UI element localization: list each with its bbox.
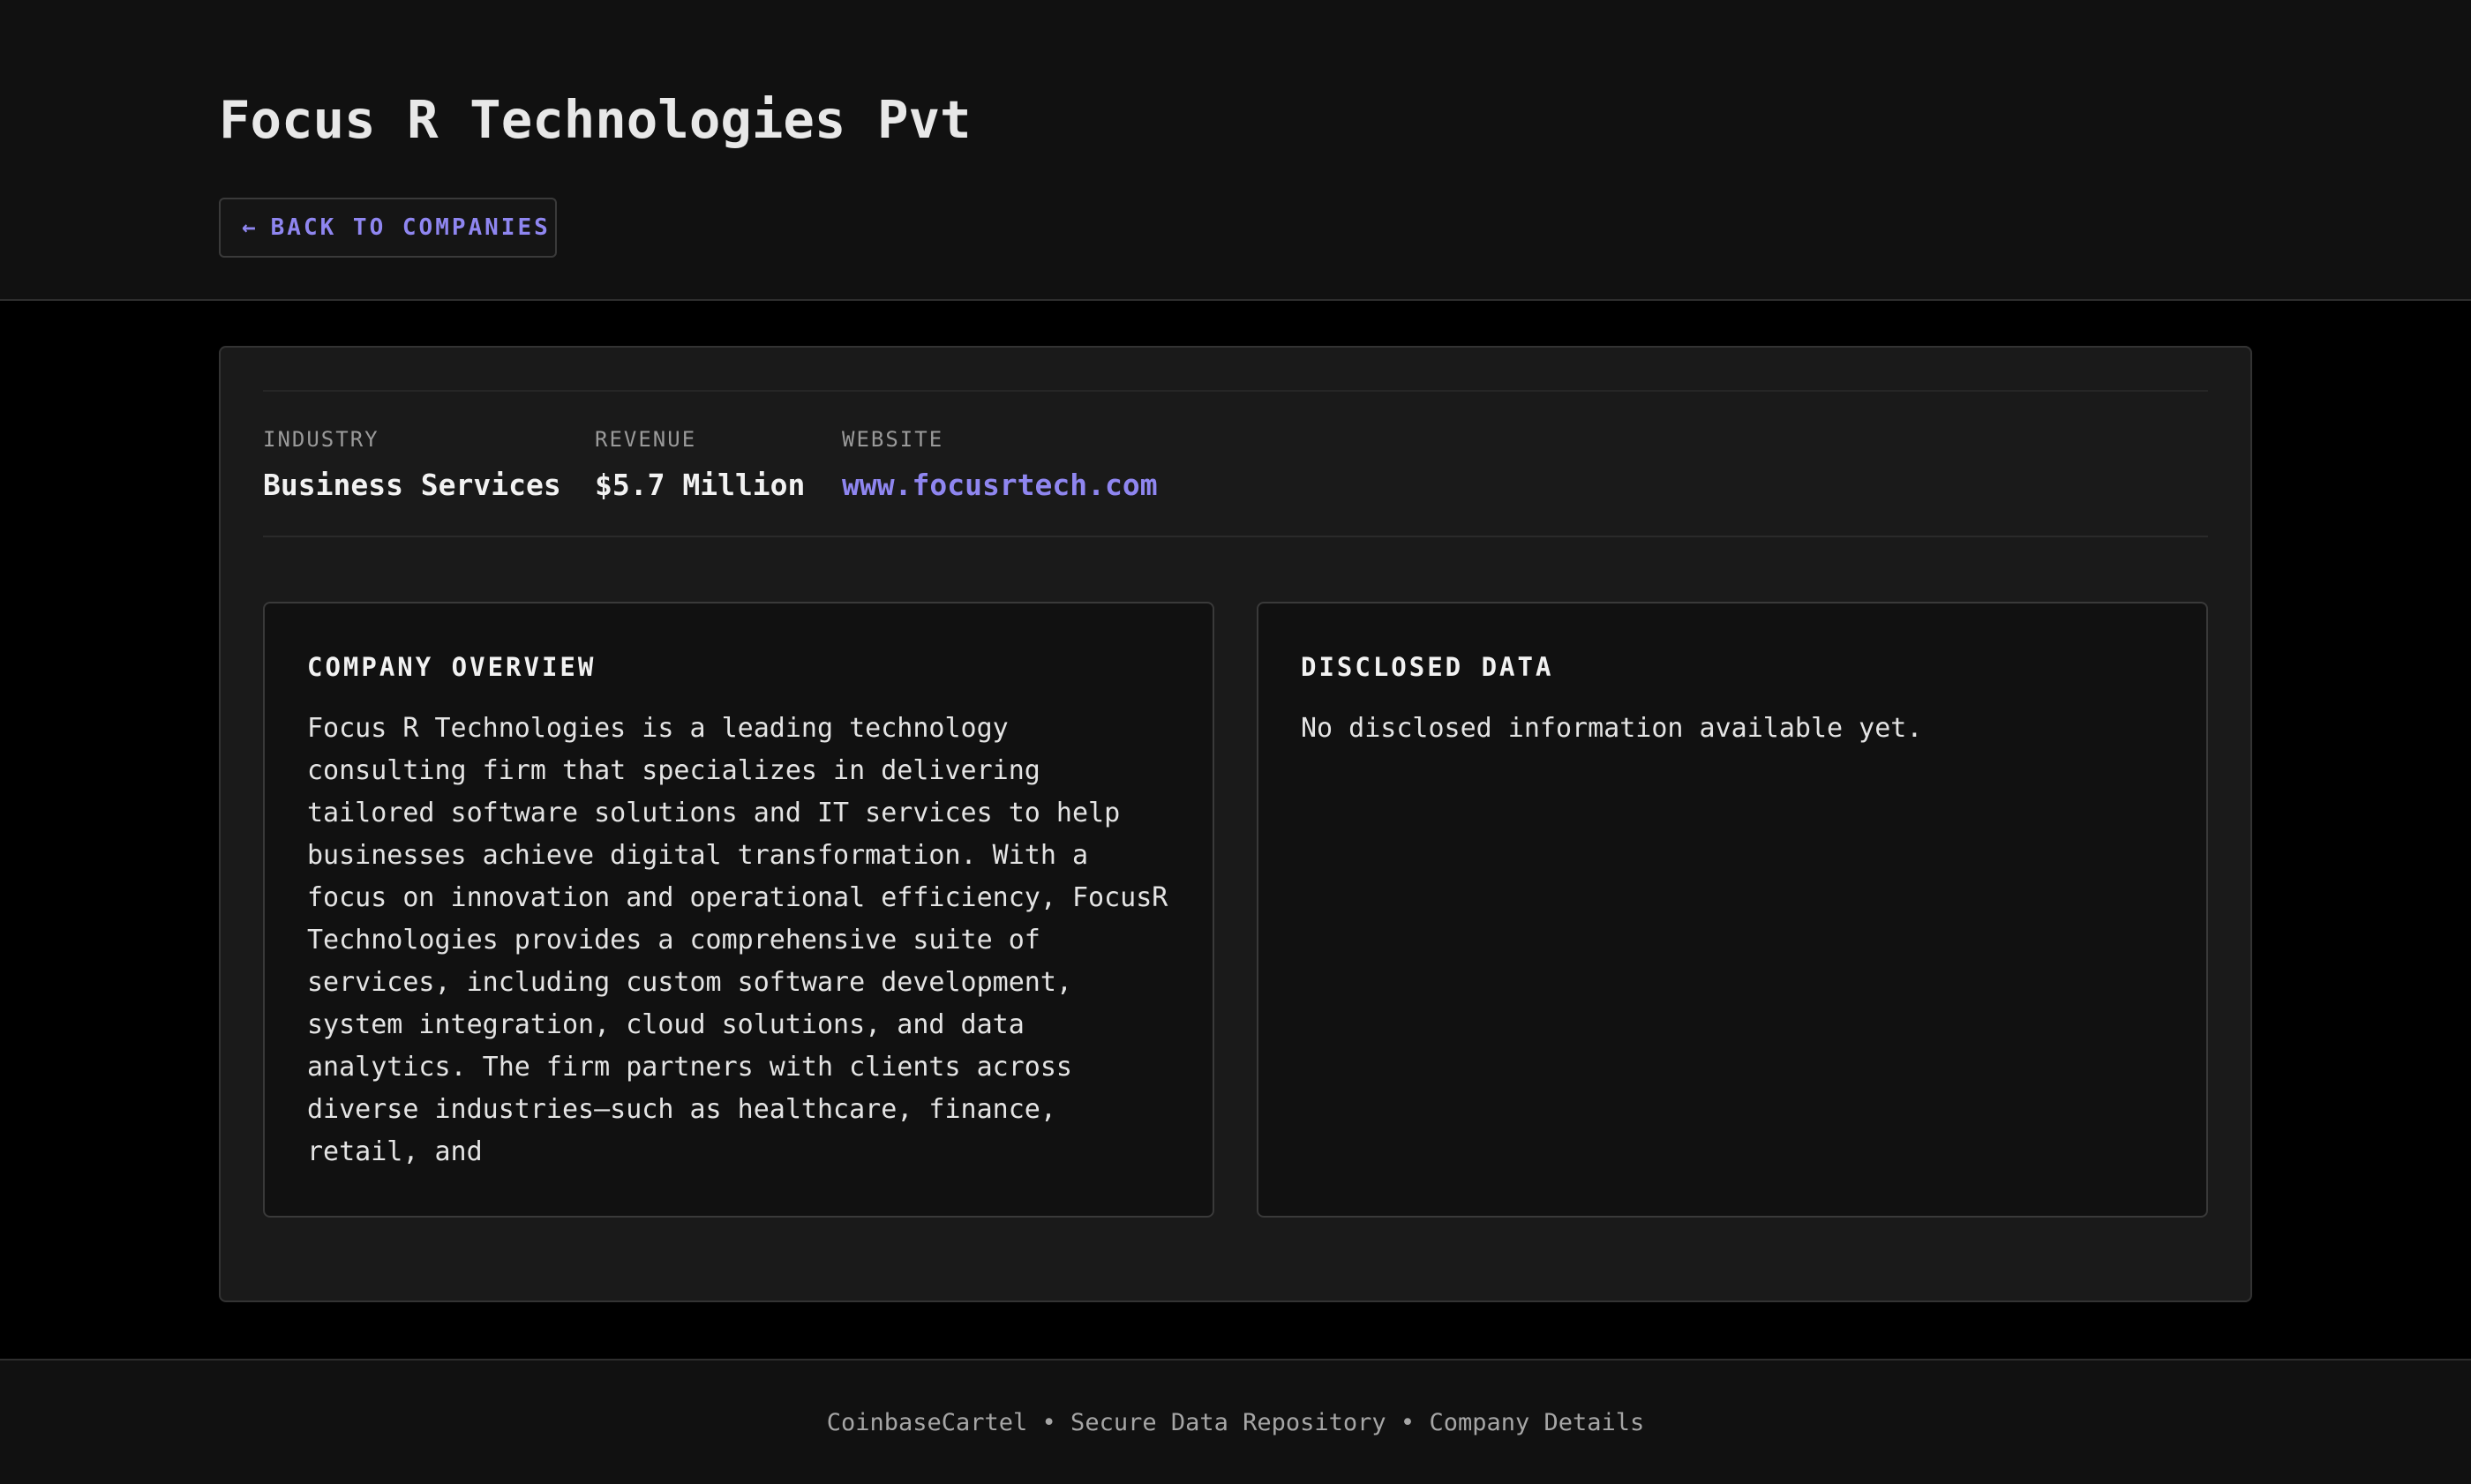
page-footer: CoinbaseCartel • Secure Data Repository … [0, 1359, 2471, 1484]
revenue-label: REVENUE [595, 427, 697, 452]
industry-stat: INDUSTRY Business Services [263, 423, 561, 505]
company-overview-text: Focus R Technologies is a leading techno… [307, 713, 1168, 1167]
disclosed-data-text: No disclosed information available yet. [1301, 713, 1923, 744]
page-title: Focus R Technologies Pvt [219, 89, 972, 150]
company-details-card: INDUSTRY Business Services REVENUE $5.7 … [219, 346, 2252, 1302]
back-button-label: BACK TO COMPANIES [270, 214, 551, 241]
back-to-companies-button[interactable]: ← BACK TO COMPANIES [219, 198, 557, 258]
arrow-left-icon: ← [242, 214, 259, 241]
footer-text: CoinbaseCartel • Secure Data Repository … [826, 1408, 1645, 1436]
company-overview-panel: COMPANY OVERVIEW Focus R Technologies is… [263, 602, 1214, 1218]
disclosed-data-panel: DISCLOSED DATA No disclosed information … [1257, 602, 2208, 1218]
revenue-stat: REVENUE $5.7 Million [595, 423, 805, 505]
website-link[interactable]: www.focusrtech.com [842, 466, 1158, 505]
industry-label: INDUSTRY [263, 427, 379, 452]
company-overview-title: COMPANY OVERVIEW [307, 652, 597, 682]
website-label: WEBSITE [842, 427, 944, 452]
divider [263, 536, 2208, 537]
revenue-value: $5.7 Million [595, 468, 806, 502]
divider [263, 390, 2208, 392]
page-header: Focus R Technologies Pvt ← BACK TO COMPA… [0, 0, 2471, 301]
industry-value: Business Services [263, 468, 561, 502]
disclosed-data-title: DISCLOSED DATA [1301, 652, 1554, 682]
website-stat: WEBSITE www.focusrtech.com [842, 423, 1158, 505]
